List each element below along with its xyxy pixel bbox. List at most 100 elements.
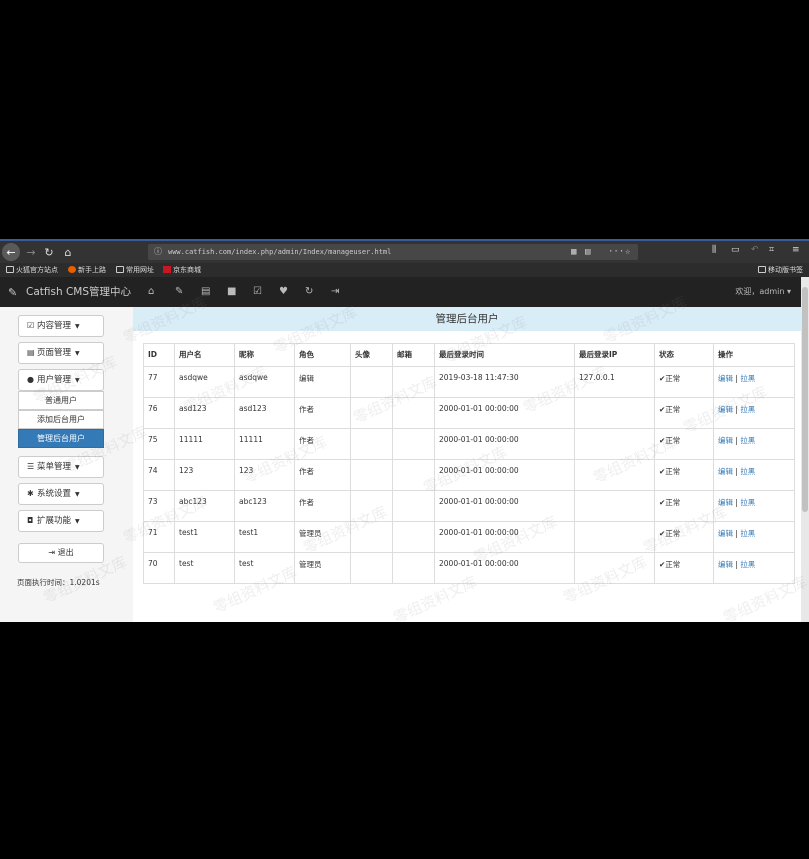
- cell-avatar: [350, 428, 393, 460]
- info-icon[interactable]: ⓘ: [154, 244, 162, 260]
- url-text: www.catfish.com/index.php/admin/Index/ma…: [168, 248, 392, 256]
- folder-icon: [6, 266, 14, 273]
- inbox-icon: ◘: [27, 516, 34, 525]
- cell-username: test: [174, 552, 235, 584]
- col-actions: 操作: [713, 343, 795, 367]
- qr-icon[interactable]: ▦: [571, 244, 576, 260]
- sidebar-item-content[interactable]: ☑ 内容管理 ▼: [18, 315, 104, 337]
- block-link[interactable]: 拉黑: [740, 498, 755, 507]
- edit-link[interactable]: 编辑: [718, 405, 733, 414]
- sidebar-item-pages[interactable]: ▤ 页面管理 ▼: [18, 342, 104, 364]
- undo-icon[interactable]: ↶: [751, 245, 759, 255]
- sidebar: ☑ 内容管理 ▼ ▤ 页面管理 ▼ ● 用户管理 ▼ 普通用户 添加后台用户 管理后台用户 …: [0, 307, 133, 622]
- cell-avatar: [350, 552, 393, 584]
- sidebar-toggle-icon[interactable]: ▭: [731, 245, 740, 255]
- sidebar-item-users[interactable]: ● 用户管理 ▼: [18, 369, 104, 391]
- cell-nickname: asd123: [234, 397, 295, 429]
- scrollbar-thumb[interactable]: [802, 287, 808, 512]
- edit-link[interactable]: 编辑: [718, 529, 733, 538]
- welcome-menu[interactable]: 欢迎，admin ▾: [735, 277, 791, 307]
- status-text: 正常: [665, 529, 681, 538]
- edit-link[interactable]: 编辑: [718, 560, 733, 569]
- library-icon[interactable]: ⫼: [712, 245, 716, 255]
- file-icon[interactable]: ▤: [201, 286, 210, 297]
- edit-link[interactable]: 编辑: [718, 467, 733, 476]
- col-role: 角色: [294, 343, 351, 367]
- reload-icon[interactable]: ↻: [40, 243, 58, 261]
- cell-role: 作者: [294, 490, 351, 522]
- bookmark-star-icon[interactable]: ☆: [625, 244, 630, 260]
- edit-link[interactable]: 编辑: [718, 498, 733, 507]
- menu-icon[interactable]: ≡: [792, 245, 800, 255]
- cell-email: [392, 428, 435, 460]
- sub-item-normal-users[interactable]: 普通用户: [18, 391, 104, 410]
- sidebar-item-extensions[interactable]: ◘ 扩展功能 ▼: [18, 510, 104, 532]
- block-link[interactable]: 拉黑: [740, 436, 755, 445]
- sidebar-item-menu[interactable]: ☰ 菜单管理 ▼: [18, 456, 104, 478]
- lock-icon[interactable]: ■: [227, 286, 236, 297]
- edit-icon[interactable]: ☑: [253, 286, 262, 297]
- caret-down-icon: ▼: [75, 323, 80, 330]
- more-icon[interactable]: ···: [608, 244, 624, 260]
- firefox-icon: [68, 266, 76, 273]
- block-link[interactable]: 拉黑: [740, 374, 755, 383]
- bookmark-item[interactable]: 新手上路: [68, 263, 106, 277]
- sub-item-add-admin[interactable]: 添加后台用户: [18, 410, 104, 429]
- cell-role: 编辑: [294, 366, 351, 398]
- cell-last-login-ip: [574, 490, 655, 522]
- sub-item-manage-admin[interactable]: 管理后台用户: [18, 429, 104, 448]
- heart-icon[interactable]: ♥: [279, 286, 288, 297]
- block-link[interactable]: 拉黑: [740, 467, 755, 476]
- cell-email: [392, 459, 435, 491]
- block-link[interactable]: 拉黑: [740, 405, 755, 414]
- cell-last-login-time: 2019-03-18 11:47:30: [434, 366, 575, 398]
- col-nickname: 昵称: [234, 343, 295, 367]
- back-icon[interactable]: ←: [2, 243, 20, 261]
- scrollbar[interactable]: [801, 277, 809, 622]
- status-text: 正常: [665, 560, 681, 569]
- cell-username: abc123: [174, 490, 235, 522]
- cell-avatar: [350, 521, 393, 553]
- cell-username: asdqwe: [174, 366, 235, 398]
- block-link[interactable]: 拉黑: [740, 529, 755, 538]
- brand-title[interactable]: Catfish CMS管理中心: [26, 277, 131, 307]
- home-icon[interactable]: ⌂: [59, 243, 77, 261]
- cell-nickname: 11111: [234, 428, 295, 460]
- cell-email: [392, 552, 435, 584]
- screenshot-icon[interactable]: ⌗: [769, 245, 774, 255]
- cell-last-login-ip: [574, 521, 655, 553]
- file-icon: ▤: [27, 348, 35, 357]
- logout-button[interactable]: ⇥ 退出: [18, 543, 104, 563]
- status-text: 正常: [665, 467, 681, 476]
- refresh-icon[interactable]: ↻: [305, 286, 313, 297]
- action-separator: |: [735, 529, 738, 538]
- home-icon[interactable]: ⌂: [148, 286, 154, 297]
- bookmark-item[interactable]: 常用网址: [116, 263, 154, 277]
- sidebar-item-settings[interactable]: ✱ 系统设置 ▼: [18, 483, 104, 505]
- caret-down-icon: ▼: [75, 491, 80, 498]
- cell-actions: 编辑 | 拉黑: [713, 428, 795, 460]
- cell-username: asd123: [174, 397, 235, 429]
- table-row: 74 123 123 作者 2000-01-01 00:00:00 ✔正常 编辑 | 拉黑: [143, 459, 795, 491]
- pencil-icon[interactable]: ✎: [175, 286, 183, 297]
- cell-username: test1: [174, 521, 235, 553]
- cell-role: 作者: [294, 428, 351, 460]
- bookmark-item[interactable]: 火狐官方站点: [6, 263, 58, 277]
- cell-id: 76: [143, 397, 175, 429]
- forward-icon[interactable]: →: [22, 243, 40, 261]
- logout-icon[interactable]: ⇥: [331, 286, 339, 297]
- col-last-login-ip: 最后登录IP: [574, 343, 655, 367]
- edit-link[interactable]: 编辑: [718, 436, 733, 445]
- folder-icon: [758, 266, 766, 273]
- cell-actions: 编辑 | 拉黑: [713, 366, 795, 398]
- edit-link[interactable]: 编辑: [718, 374, 733, 383]
- admin-header: ✎ Catfish CMS管理中心 ⌂ ✎ ▤ ■ ☑ ♥ ↻ ⇥ 欢迎，adm…: [0, 277, 801, 307]
- bookmark-item[interactable]: 京东商城: [163, 263, 201, 277]
- reader-icon[interactable]: ▤: [585, 244, 590, 260]
- url-bar[interactable]: ⓘ www.catfish.com/index.php/admin/Index/…: [148, 244, 638, 260]
- mobile-bookmarks[interactable]: 移动版书签: [758, 263, 803, 277]
- table-row: 75 11111 11111 作者 2000-01-01 00:00:00 ✔正常 编辑 |…: [143, 428, 795, 460]
- block-link[interactable]: 拉黑: [740, 560, 755, 569]
- cell-nickname: 123: [234, 459, 295, 491]
- list-icon: ☰: [27, 462, 35, 471]
